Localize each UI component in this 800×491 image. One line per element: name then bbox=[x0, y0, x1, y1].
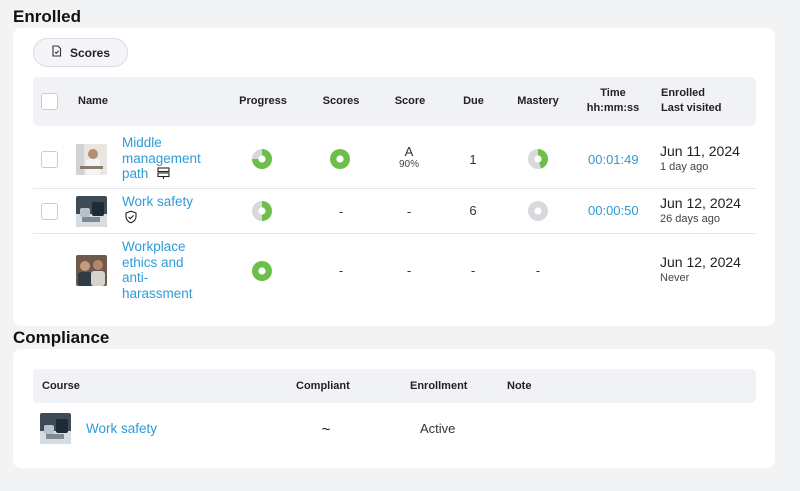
header-score[interactable]: Score bbox=[390, 94, 430, 109]
last-visited: Never bbox=[660, 272, 690, 284]
mastery-donut bbox=[528, 201, 548, 221]
scores-cell: - bbox=[338, 263, 344, 278]
enrolled-date: Jun 11, 2024 bbox=[660, 143, 740, 159]
mastery-cell: - bbox=[535, 263, 541, 278]
course-thumbnail bbox=[76, 196, 107, 227]
compliance-table-header: Course Compliant Enrollment Note bbox=[33, 369, 756, 403]
header-note[interactable]: Note bbox=[507, 379, 531, 394]
last-visited: 1 day ago bbox=[660, 161, 709, 173]
course-link-middle-management[interactable]: Middle management path bbox=[122, 135, 201, 182]
score-cell: - bbox=[406, 263, 412, 278]
course-link-work-safety[interactable]: Work safety bbox=[122, 194, 193, 210]
course-name-line: Workplace bbox=[122, 239, 186, 254]
scores-button-label: Scores bbox=[69, 45, 111, 60]
header-time-label: Time bbox=[600, 87, 626, 99]
score-cell: A 90% bbox=[389, 144, 429, 170]
header-time-format: hh:mm:ss bbox=[586, 102, 640, 114]
course-name-line: Middle bbox=[122, 135, 162, 150]
time-spent[interactable]: 00:00:50 bbox=[588, 203, 639, 218]
course-name-line: ethics and bbox=[122, 254, 184, 270]
scores-button[interactable]: Scores bbox=[33, 38, 128, 67]
course-name-line: management bbox=[122, 150, 201, 166]
mastery-donut bbox=[528, 149, 548, 169]
header-enrolled[interactable]: Enrolled Last visited bbox=[661, 86, 722, 116]
header-enrolled-label: Enrolled bbox=[661, 87, 706, 99]
course-thumbnail bbox=[76, 144, 107, 175]
header-last-visited-label: Last visited bbox=[661, 102, 722, 114]
enrolled-date: Jun 12, 2024 bbox=[660, 254, 741, 270]
course-name-text: path bbox=[122, 166, 149, 181]
enrolled-title: Enrolled bbox=[13, 7, 82, 26]
row-checkbox[interactable] bbox=[41, 203, 58, 220]
compliance-card: Course Compliant Enrollment Note Work sa… bbox=[13, 349, 775, 468]
progress-donut bbox=[252, 149, 272, 169]
course-name-line: anti- bbox=[122, 270, 149, 285]
header-time[interactable]: Time hh:mm:ss bbox=[583, 86, 643, 116]
enrolled-table-header: Name Progress Scores Score Due Mastery T… bbox=[33, 77, 756, 126]
compliance-course-link[interactable]: Work safety bbox=[86, 421, 157, 437]
enrolled-card: Scores Name Progress Scores Score Due Ma… bbox=[13, 28, 775, 326]
due-cell: - bbox=[470, 263, 476, 278]
progress-donut bbox=[252, 201, 272, 221]
document-icon bbox=[51, 45, 62, 60]
time-spent[interactable]: 00:01:49 bbox=[588, 152, 639, 167]
shield-check-icon bbox=[124, 210, 138, 229]
due-cell: 6 bbox=[469, 203, 477, 218]
header-due[interactable]: Due bbox=[456, 94, 491, 109]
scores-cell: - bbox=[338, 204, 344, 219]
course-name-line: harassment bbox=[122, 285, 193, 301]
course-link-workplace-ethics[interactable]: Workplace ethics and anti- harassment bbox=[122, 239, 193, 301]
header-mastery[interactable]: Mastery bbox=[511, 94, 565, 109]
row-checkbox[interactable] bbox=[41, 151, 58, 168]
row-divider bbox=[33, 188, 756, 189]
header-enrollment[interactable]: Enrollment bbox=[410, 379, 467, 394]
header-name[interactable]: Name bbox=[78, 94, 108, 109]
progress-donut bbox=[252, 261, 272, 281]
score-letter: A bbox=[404, 144, 414, 159]
compliance-title: Compliance bbox=[13, 328, 110, 347]
header-course[interactable]: Course bbox=[42, 379, 80, 394]
due-cell: 1 bbox=[469, 152, 477, 167]
course-thumbnail bbox=[40, 413, 71, 444]
course-name-line: path bbox=[122, 166, 201, 182]
scores-donut bbox=[330, 149, 350, 169]
last-visited: 26 days ago bbox=[660, 213, 720, 225]
path-icon bbox=[157, 167, 170, 183]
enrollment-status: Active bbox=[420, 421, 456, 436]
enrolled-date: Jun 12, 2024 bbox=[660, 195, 741, 211]
course-thumbnail bbox=[76, 255, 107, 286]
compliant-status: ~ bbox=[321, 421, 331, 438]
row-divider bbox=[33, 233, 756, 234]
score-percent: 90% bbox=[398, 159, 419, 170]
score-cell: - bbox=[406, 204, 412, 219]
header-scores[interactable]: Scores bbox=[318, 94, 364, 109]
header-progress[interactable]: Progress bbox=[238, 94, 288, 109]
header-compliant[interactable]: Compliant bbox=[296, 379, 350, 394]
select-all-checkbox[interactable] bbox=[41, 93, 58, 110]
